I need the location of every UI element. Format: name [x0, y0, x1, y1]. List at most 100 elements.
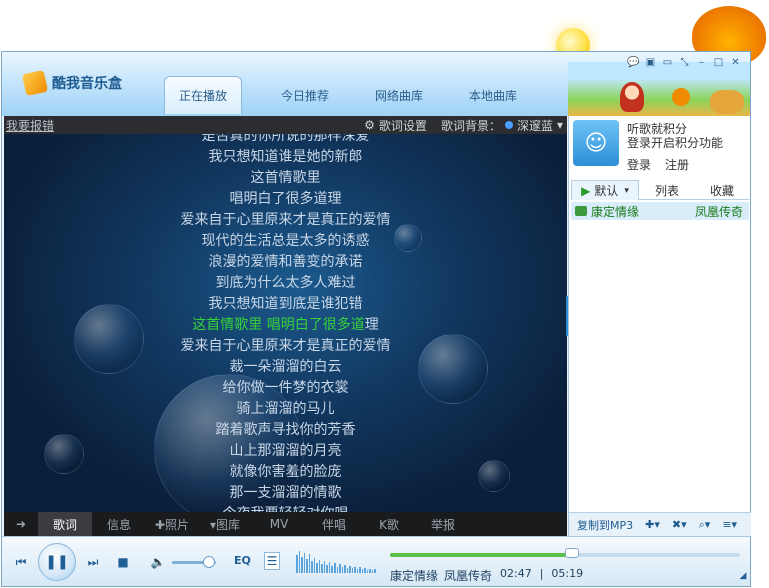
- pause-button[interactable]: ❚❚: [38, 543, 76, 581]
- progress-knob[interactable]: [565, 548, 579, 558]
- lyric-tab-5[interactable]: MV: [252, 512, 306, 536]
- header-bar: 酷我音乐盒 正在播放 今日推荐 网络曲库 本地曲库 💬 ▣ ▭ ⤡ – □ ✕: [2, 52, 750, 116]
- spectrum-bar: [354, 567, 356, 573]
- chevron-down-icon: ▾: [556, 118, 563, 132]
- copy-to-mp3-button[interactable]: 复制到MP3: [577, 517, 633, 533]
- minimize-icon[interactable]: –: [695, 56, 708, 69]
- next-icon[interactable]: ⏭: [86, 554, 100, 570]
- avatar[interactable]: ☺: [573, 120, 619, 166]
- lyric-line: 爱来自于心里原来才是真正的爱情: [180, 212, 391, 228]
- lyric-line: 这首情歌里 唱明白了很多道理: [4, 315, 567, 336]
- user-box: ☺ 听歌就积分 登录开启积分功能 登录 注册: [569, 116, 751, 176]
- delete-icon[interactable]: ✖▾: [672, 518, 687, 531]
- lyric-tab-2[interactable]: 信息: [92, 512, 146, 536]
- header-scene-illustration: [568, 62, 750, 116]
- spectrum-bar: [366, 570, 369, 573]
- lyric-display: 是否真的你所说的那样深爱 我只想知道谁是她的新郎 这首情歌里 唱明白了很多道理 爱来自于…: [4, 134, 567, 512]
- lyric-tab-6[interactable]: 伴唱: [306, 512, 362, 536]
- report-error-link[interactable]: 我要报错: [6, 117, 54, 134]
- points-hint-text: 登录开启积分功能: [627, 136, 724, 150]
- lyric-line: 骑上溜溜的马儿: [236, 401, 335, 417]
- lyric-background-select[interactable]: 歌词背景： 深邃蓝 ▾: [441, 117, 563, 134]
- color-dot-icon: [504, 121, 513, 129]
- register-link[interactable]: 注册: [665, 156, 689, 173]
- lyric-tab-1[interactable]: 歌词: [38, 512, 92, 536]
- spectrum-bar: [306, 559, 308, 573]
- current-lyric-rest: 理: [364, 317, 379, 333]
- right-panel: ☺ 听歌就积分 登录开启积分功能 登录 注册 ▶ 默认 ▾ 列表 收藏 康定情缘…: [568, 116, 751, 536]
- lyric-settings-button[interactable]: ⚙ 歌词设置: [364, 117, 427, 134]
- time-display: 02:47 | 05:19: [500, 567, 583, 580]
- search-icon[interactable]: ⌕▾: [699, 518, 711, 532]
- playlist-tabs: ▶ 默认 ▾ 列表 收藏: [571, 180, 749, 200]
- spectrum-bar: [361, 569, 364, 573]
- skin-icon[interactable]: ▣: [644, 56, 657, 69]
- stop-icon[interactable]: ■: [116, 554, 130, 570]
- spectrum-bar: [364, 568, 366, 573]
- close-icon[interactable]: ✕: [729, 56, 742, 69]
- playlist-toggle-icon[interactable]: ☰: [264, 552, 280, 570]
- spectrum-bar: [346, 568, 349, 573]
- lyric-line: 就像你害羞的脸庞: [229, 464, 342, 480]
- song-title: 康定情缘: [591, 204, 640, 219]
- elapsed-time: 02:47: [500, 567, 532, 580]
- progress-fill: [390, 553, 572, 557]
- lyric-tab-8[interactable]: 举报: [416, 512, 470, 536]
- tab-local-library[interactable]: 本地曲库: [446, 76, 540, 114]
- mini-mode-icon[interactable]: ▭: [661, 56, 674, 69]
- app-title: 酷我音乐盒: [52, 76, 122, 92]
- user-links: 登录 注册: [627, 156, 689, 173]
- resize-grip-icon[interactable]: ◢: [738, 571, 748, 581]
- current-lyric-sung: 这首情歌里 唱明白了很多道: [192, 317, 365, 333]
- lyric-tab-4[interactable]: ▾图库: [198, 512, 252, 536]
- tab-now-playing[interactable]: 正在播放: [164, 76, 242, 114]
- volume-slider-knob[interactable]: [203, 556, 216, 568]
- playlist-toolbar: 复制到MP3 ✚▾ ✖▾ ⌕▾ ≡▾: [569, 512, 751, 536]
- lyric-line: 那一支溜溜的情歌: [229, 485, 342, 501]
- tab-list[interactable]: 列表: [639, 180, 695, 200]
- spectrum-bar: [333, 563, 336, 573]
- lyric-bottom-tabs: ➜ 歌词 信息 ✚照片 ▾图库 MV 伴唱 K歌 举报: [4, 512, 567, 536]
- spectrum-bar: [303, 553, 306, 573]
- lyric-line: 踏着歌声寻找你的芳香: [215, 422, 356, 438]
- lyric-background-value: 深邃蓝: [516, 118, 553, 133]
- lyric-line: 唱明白了很多道理: [229, 191, 342, 207]
- chat-icon[interactable]: 💬: [627, 56, 640, 69]
- spectrum-bar: [313, 558, 316, 573]
- lyric-tab-0[interactable]: ➜: [4, 512, 38, 536]
- lyric-line: 裁一朵溜溜的白云: [229, 359, 342, 375]
- girl-mascot-icon: [620, 82, 644, 112]
- spectrum-bar: [359, 567, 361, 573]
- user-info: 听歌就积分 登录开启积分功能: [627, 122, 723, 150]
- lyric-line: 今夜我要轻轻对你唱: [4, 504, 567, 512]
- lyrics-panel: 我要报错 ⚙ 歌词设置 歌词背景： 深邃蓝 ▾ 是否真的你所说的那样深爱 我只想知…: [4, 116, 567, 536]
- expand-icon[interactable]: ⤡: [678, 56, 691, 69]
- lyric-line: 山上那溜溜的月亮: [229, 443, 342, 459]
- lyric-line: 到底为什么太多人难过: [215, 275, 356, 291]
- maximize-icon[interactable]: □: [712, 56, 725, 69]
- play-arrow-icon: ▶: [581, 183, 591, 198]
- lyric-line: 爱来自于心里原来才是真正的爱情: [180, 338, 391, 354]
- spectrum-bar: [356, 569, 359, 573]
- tab-default-label: 默认: [594, 184, 619, 198]
- eq-button[interactable]: EQ: [234, 554, 251, 567]
- lyric-tab-3[interactable]: ✚照片: [146, 512, 198, 536]
- lyric-toolbar: 我要报错 ⚙ 歌词设置 歌词背景： 深邃蓝 ▾: [4, 116, 567, 134]
- player-bar: ⏮ ❚❚ ⏭ ■ 🔈 EQ ☰ 康定情缘 凤凰传奇 02:47 | 05:19 …: [2, 536, 750, 586]
- spectrum-bar: [298, 551, 301, 573]
- volume-icon[interactable]: 🔈: [150, 554, 166, 570]
- lyric-line: 现代的生活总是太多的诱惑: [201, 233, 370, 249]
- previous-icon[interactable]: ⏮: [14, 554, 28, 570]
- tab-recommend[interactable]: 今日推荐: [258, 76, 352, 114]
- add-icon[interactable]: ✚▾: [645, 518, 660, 531]
- lyric-tab-7[interactable]: K歌: [362, 512, 416, 536]
- menu-icon[interactable]: ≡▾: [722, 518, 737, 531]
- tab-favorites[interactable]: 收藏: [695, 180, 749, 200]
- spectrum-bar: [308, 554, 311, 573]
- points-promo-text: 听歌就积分: [627, 122, 688, 136]
- playlist-row[interactable]: 康定情缘 凤凰传奇: [571, 202, 749, 220]
- login-link[interactable]: 登录: [627, 156, 651, 173]
- tab-default-list[interactable]: ▶ 默认 ▾: [571, 180, 639, 200]
- spectrum-bar: [318, 560, 321, 573]
- tab-online-library[interactable]: 网络曲库: [352, 76, 446, 114]
